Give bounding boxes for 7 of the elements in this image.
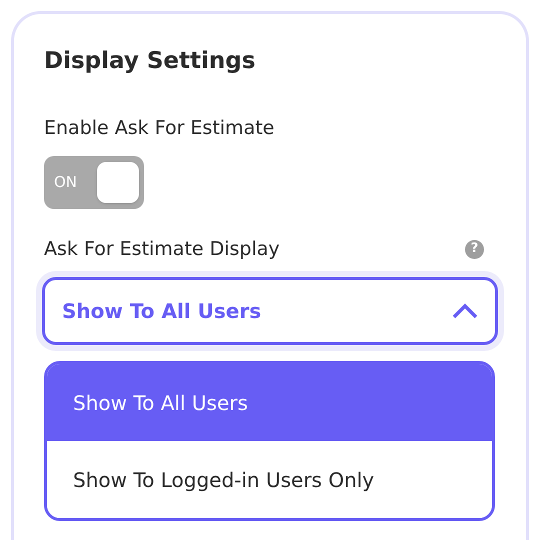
- chevron-up-icon: [452, 303, 478, 319]
- setting-label: Ask For Estimate Display: [44, 237, 280, 262]
- dropdown-option[interactable]: Show To All Users: [47, 364, 492, 441]
- setting-label: Enable Ask For Estimate: [44, 116, 276, 141]
- dropdown-field[interactable]: Show To All Users: [42, 277, 498, 345]
- help-icon[interactable]: ?: [465, 240, 484, 258]
- panel-title: Display Settings: [44, 47, 256, 76]
